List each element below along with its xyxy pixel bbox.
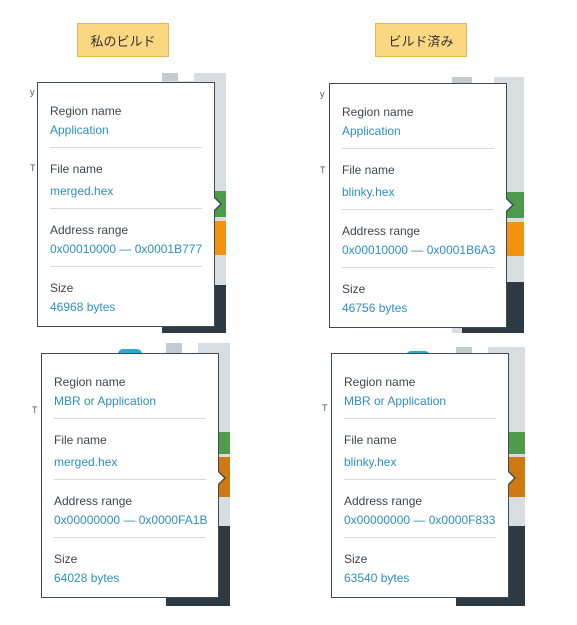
truncated-letter: T	[32, 405, 38, 415]
region-tooltip-4: Region name MBR or Application File name…	[331, 353, 516, 598]
field-file-name: File name blinky.hex	[344, 419, 496, 480]
tooltip-arrow	[505, 197, 514, 213]
field-label: Size	[344, 552, 368, 566]
field-value: Application	[342, 124, 401, 138]
field-label: Address range	[344, 494, 423, 508]
field-label: Region name	[54, 375, 126, 389]
tooltip-arrow	[217, 470, 226, 486]
tooltip-arrow	[213, 196, 222, 212]
field-address-range: Address range 0x00000000 — 0x0000F833	[344, 480, 496, 538]
field-label: Address range	[342, 224, 421, 238]
region-tooltip-2: Region name Application File name blinky…	[329, 83, 514, 328]
field-value: merged.hex	[54, 455, 118, 469]
field-value: 0x00010000 — 0x0001B6A3	[342, 243, 496, 257]
field-label: Region name	[50, 104, 122, 118]
field-label: Address range	[54, 494, 133, 508]
field-region-name: Region name MBR or Application	[344, 354, 496, 419]
field-size: Size 46756 bytes	[342, 268, 494, 325]
field-size: Size 63540 bytes	[344, 538, 496, 595]
field-file-name: File name blinky.hex	[342, 149, 494, 210]
caption-my-build: 私のビルド	[77, 23, 169, 57]
field-address-range: Address range 0x00010000 — 0x0001B777	[50, 209, 202, 267]
field-value: blinky.hex	[344, 455, 397, 469]
field-size: Size 64028 bytes	[54, 538, 206, 595]
truncated-letter: y	[320, 89, 325, 99]
field-file-name: File name merged.hex	[54, 419, 206, 480]
field-value: 0x00000000 — 0x0000F833	[344, 513, 496, 527]
field-value: 46968 bytes	[50, 300, 116, 314]
field-label: Size	[50, 281, 74, 295]
region-tooltip-3: Region name MBR or Application File name…	[41, 353, 226, 598]
field-label: File name	[342, 163, 395, 177]
tooltip-arrow	[507, 470, 516, 486]
field-label: Address range	[50, 223, 129, 237]
caption-prebuilt: ビルド済み	[375, 23, 467, 57]
field-value: 46756 bytes	[342, 301, 408, 315]
truncated-letter: T	[322, 403, 328, 413]
truncated-letter: T	[320, 165, 326, 175]
field-value: 63540 bytes	[344, 571, 410, 585]
field-value: 0x00000000 — 0x0000FA1B	[54, 513, 208, 527]
field-value: 64028 bytes	[54, 571, 120, 585]
field-address-range: Address range 0x00000000 — 0x0000FA1B	[54, 480, 208, 538]
field-region-name: Region name MBR or Application	[54, 354, 206, 419]
field-region-name: Region name Application	[50, 83, 202, 148]
field-value: 0x00010000 — 0x0001B777	[50, 242, 203, 256]
field-address-range: Address range 0x00010000 — 0x0001B6A3	[342, 210, 496, 268]
field-value: blinky.hex	[342, 185, 395, 199]
field-label: Region name	[342, 105, 414, 119]
truncated-letter: y	[30, 87, 35, 97]
field-size: Size 46968 bytes	[50, 267, 202, 324]
field-value: MBR or Application	[344, 394, 447, 408]
field-label: File name	[50, 162, 103, 176]
field-file-name: File name merged.hex	[50, 148, 202, 209]
region-tooltip-1: Region name Application File name merged…	[37, 82, 222, 327]
field-value: MBR or Application	[54, 394, 157, 408]
field-label: File name	[344, 433, 397, 447]
field-label: Region name	[344, 375, 416, 389]
field-label: File name	[54, 433, 107, 447]
field-label: Size	[342, 282, 366, 296]
field-value: Application	[50, 123, 109, 137]
field-label: Size	[54, 552, 78, 566]
field-value: merged.hex	[50, 184, 114, 198]
truncated-letter: T	[30, 163, 36, 173]
field-region-name: Region name Application	[342, 84, 494, 149]
